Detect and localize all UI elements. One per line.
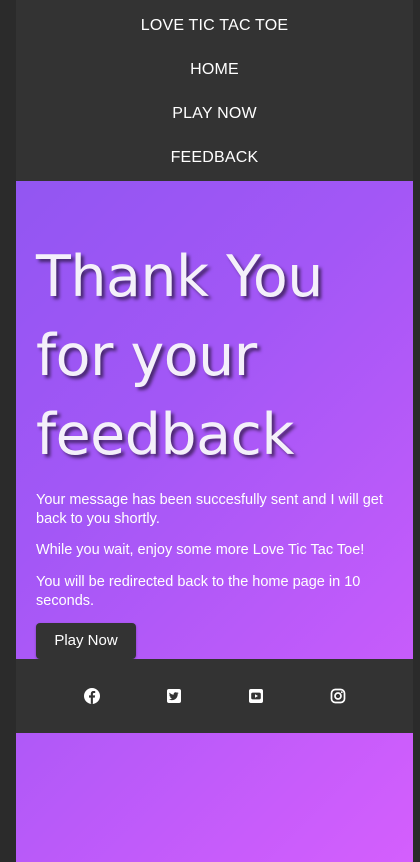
social-footer [16,659,413,733]
heading-line-2: for your [36,323,257,389]
top-navigation: LOVE TIC TAC TOE HOME PLAY NOW FEEDBACK [16,0,413,181]
play-now-button[interactable]: Play Now [36,623,136,659]
nav-item-feedback[interactable]: FEEDBACK [16,149,413,167]
page-frame: LOVE TIC TAC TOE HOME PLAY NOW FEEDBACK … [16,0,413,862]
facebook-icon[interactable] [83,687,101,705]
enjoy-message: While you wait, enjoy some more Love Tic… [36,542,365,558]
heading-line-3: feedback [36,402,294,468]
instagram-icon[interactable] [329,687,347,705]
right-scroll-strip [413,0,420,862]
confirmation-message: Your message has been succesfully sent a… [36,492,383,527]
twitter-icon[interactable] [165,687,183,705]
thank-you-heading: Thank You for your feedback [36,238,406,475]
redirect-message: You will be redirected back to the home … [36,574,361,609]
heading-line-1: Thank You [36,244,323,310]
nav-item-play-now[interactable]: PLAY NOW [16,105,413,123]
nav-item-home[interactable]: HOME [16,61,413,79]
youtube-icon[interactable] [247,687,265,705]
nav-brand-link[interactable]: LOVE TIC TAC TOE [16,17,413,35]
